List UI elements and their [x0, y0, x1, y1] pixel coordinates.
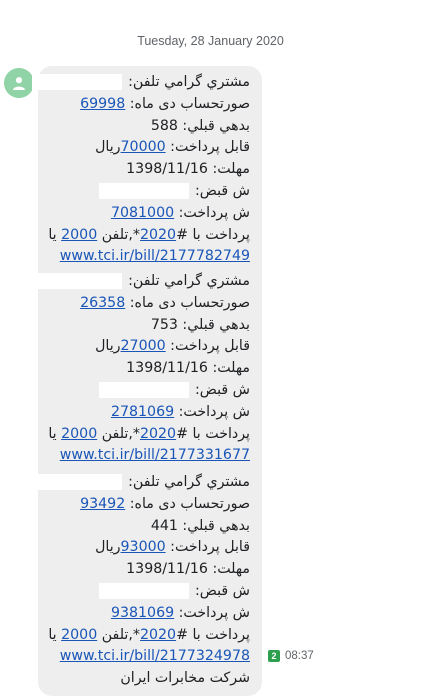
sh-ghabz-line: ش قبض:	[50, 181, 250, 203]
bill-id-link[interactable]: 69998	[80, 96, 125, 112]
deadline-value: 1398/11/16	[126, 561, 208, 578]
phone-link[interactable]: 2000	[61, 426, 97, 442]
pay-method-line: پرداخت با #2020*,تلفن 2000 يا	[48, 425, 250, 442]
redacted-block	[32, 273, 123, 289]
prev-debt-value: 588	[150, 117, 178, 134]
payable-link[interactable]: 93000	[121, 539, 166, 555]
greeting-line: مشتري گرامي تلفن:	[32, 72, 250, 94]
sh-ghabz-line: ش قبض:	[50, 380, 250, 402]
bill-id-link[interactable]: 26358	[80, 295, 125, 311]
deadline-value: 1398/11/16	[126, 360, 208, 377]
person-icon	[13, 77, 25, 90]
message-bubble[interactable]: مشتري گرامي تلفن: صورتحساب دی ماه: 26358 ب…	[32, 265, 262, 495]
ussd-link[interactable]: 2020	[140, 426, 176, 442]
sh-pardakht-link[interactable]: 7081000	[111, 205, 174, 221]
prev-debt-line: بدهي قبلي: 588	[150, 117, 250, 134]
deadline-line: مهلت: 1398/11/16	[126, 561, 250, 578]
redacted-block	[98, 582, 189, 599]
message-bubble[interactable]: مشتري گرامي تلفن: صورتحساب دی ماه: 93492 ب…	[32, 466, 262, 696]
deadline-line: مهلت: 1398/11/16	[126, 161, 250, 178]
sim-card-icon: 2	[268, 650, 280, 662]
sh-ghabz-line: ش قبض:	[50, 581, 250, 603]
date-header: Tuesday, 28 January 2020	[137, 34, 284, 48]
bill-line: صورتحساب دی ماه: 93492	[80, 495, 250, 512]
payable-link[interactable]: 70000	[121, 139, 166, 155]
bill-url-link[interactable]: www.tci.ir/bill/2177331677	[60, 447, 250, 463]
ussd-link[interactable]: 2020	[140, 227, 176, 243]
greeting-line: مشتري گرامي تلفن:	[32, 271, 250, 293]
bill-line: صورتحساب دی ماه: 26358	[80, 294, 250, 311]
company-line: شرکت مخابرات ايران	[120, 670, 250, 687]
redacted-block	[32, 74, 123, 90]
redacted-block	[98, 182, 189, 199]
contact-avatar[interactable]	[4, 68, 34, 98]
bill-url-link[interactable]: www.tci.ir/bill/2177324978	[60, 648, 250, 664]
redacted-block	[32, 474, 123, 490]
sh-pardakht-line: ش پرداخت: 9381069	[110, 604, 250, 621]
deadline-value: 1398/11/16	[126, 161, 208, 178]
sh-pardakht-line: ش پرداخت: 7081000	[110, 204, 250, 221]
bill-id-link[interactable]: 93492	[80, 496, 125, 512]
payable-line: قابل پرداخت: 93000ريال	[95, 539, 250, 556]
message-bubble[interactable]: مشتري گرامي تلفن: صورتحساب دی ماه: 69998 ب…	[32, 66, 262, 296]
sh-pardakht-line: ش پرداخت: 2781069	[110, 403, 250, 420]
sh-pardakht-link[interactable]: 9381069	[111, 605, 174, 621]
phone-link[interactable]: 2000	[61, 227, 97, 243]
pay-method-line: پرداخت با #2020*,تلفن 2000 يا	[48, 626, 250, 643]
phone-link[interactable]: 2000	[61, 627, 97, 643]
deadline-line: مهلت: 1398/11/16	[126, 360, 250, 377]
ussd-link[interactable]: 2020	[140, 627, 176, 643]
bill-url-line: www.tci.ir/bill/2177324978	[50, 646, 250, 668]
prev-debt-value: 753	[150, 316, 178, 333]
message-time: 08:37	[285, 650, 314, 662]
prev-debt-value: 441	[150, 517, 178, 534]
payable-link[interactable]: 27000	[121, 338, 166, 354]
prev-debt-line: بدهي قبلي: 753	[150, 316, 250, 333]
payable-line: قابل پرداخت: 70000ريال	[95, 139, 250, 156]
message-meta: 2 08:37	[268, 650, 314, 662]
greeting-line: مشتري گرامي تلفن:	[32, 472, 250, 494]
prev-debt-line: بدهي قبلي: 441	[150, 517, 250, 534]
sh-pardakht-link[interactable]: 2781069	[111, 404, 174, 420]
bill-url-line: www.tci.ir/bill/2177331677	[50, 445, 250, 467]
bill-url-link[interactable]: www.tci.ir/bill/2177782749	[60, 248, 250, 264]
redacted-block	[98, 381, 189, 398]
payable-line: قابل پرداخت: 27000ريال	[95, 338, 250, 355]
bill-line: صورتحساب دی ماه: 69998	[80, 95, 250, 112]
pay-method-line: پرداخت با #2020*,تلفن 2000 يا	[48, 226, 250, 243]
